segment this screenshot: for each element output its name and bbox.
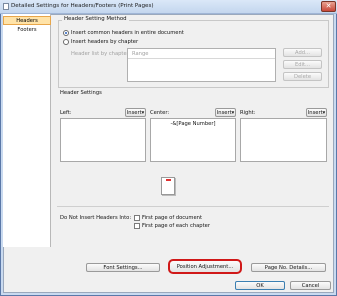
left-header-textarea[interactable] — [60, 118, 146, 162]
add-button[interactable]: Add... — [283, 48, 322, 57]
center-label: Center: — [150, 110, 170, 116]
sidebar-item-headers[interactable]: Headers — [3, 16, 51, 25]
header-method-group-label: Header Setting Method — [62, 16, 129, 22]
header-settings-label: Header Settings — [60, 90, 102, 96]
close-button[interactable]: ✕ — [321, 1, 336, 12]
edit-button[interactable]: Edit... — [283, 60, 322, 69]
first-page-chapter-checkbox[interactable] — [134, 223, 140, 229]
radio-headers-by-chapter-label[interactable]: Insert headers by chapter — [71, 39, 138, 45]
first-page-document-checkbox[interactable] — [134, 215, 140, 221]
left-label: Left: — [60, 110, 72, 116]
chapter-list-label: Header list by chapter: — [71, 51, 131, 57]
list-column-range[interactable]: Range — [132, 51, 148, 57]
right-label: Right: — [240, 110, 256, 116]
sidebar-item-footers[interactable]: Footers — [3, 26, 51, 35]
do-not-insert-label: Do Not Insert Headers Into: — [60, 215, 132, 221]
app-icon — [3, 3, 9, 10]
insert-right-button[interactable]: Insert▾ — [306, 108, 327, 117]
right-header-textarea[interactable] — [240, 118, 327, 162]
sidebar-item-label: Headers — [16, 18, 38, 24]
insert-center-button[interactable]: Insert▾ — [215, 108, 236, 117]
cancel-button[interactable]: Cancel — [290, 281, 331, 290]
position-adjustment-button[interactable]: Position Adjustment... — [168, 259, 242, 274]
radio-common-headers-label[interactable]: Insert common headers in entire document — [71, 30, 184, 36]
page-no-details-button[interactable]: Page No. Details... — [251, 263, 326, 272]
first-page-chapter-label[interactable]: First page of each chapter — [142, 223, 210, 229]
close-icon: ✕ — [325, 2, 332, 10]
window-title: Detailed Settings for Headers/Footers (P… — [11, 3, 154, 9]
list-header-divider — [128, 58, 275, 59]
center-header-textarea[interactable]: -&[Page Number] — [150, 118, 236, 162]
header-position-marker — [166, 179, 171, 181]
sidebar-item-label: Footers — [17, 27, 37, 33]
center-header-text: -&[Page Number] — [170, 121, 216, 127]
title-bar[interactable]: Detailed Settings for Headers/Footers (P… — [0, 0, 337, 14]
font-settings-button[interactable]: Font Settings... — [86, 263, 160, 272]
ok-button[interactable]: OK — [235, 281, 285, 290]
radio-headers-by-chapter[interactable] — [63, 39, 69, 45]
category-sidebar: Headers Footers — [3, 14, 51, 247]
section-divider — [57, 206, 329, 207]
first-page-document-label[interactable]: First page of document — [142, 215, 202, 221]
chapter-header-list[interactable]: Range — [127, 48, 276, 82]
radio-common-headers[interactable] — [63, 30, 69, 36]
page-preview-thumbnail — [161, 177, 175, 195]
delete-button[interactable]: Delete — [283, 72, 322, 81]
insert-left-button[interactable]: Insert▾ — [125, 108, 146, 117]
